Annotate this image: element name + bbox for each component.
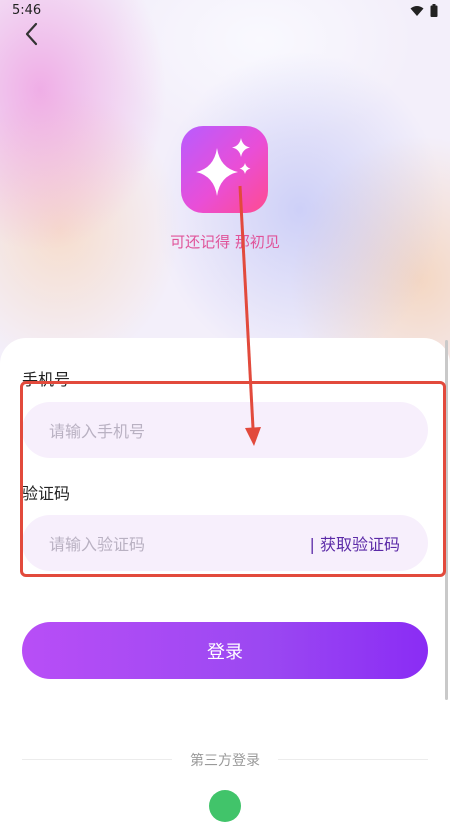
status-bar: 5:46	[0, 0, 450, 22]
annotation-highlight-box	[20, 381, 446, 577]
third-party-title: 第三方登录	[190, 753, 260, 769]
status-icons	[410, 4, 438, 17]
back-button[interactable]	[20, 20, 44, 48]
sparkle-logo-icon	[196, 138, 251, 196]
wifi-icon	[410, 5, 424, 16]
login-button[interactable]: 登录	[22, 622, 428, 679]
wechat-icon[interactable]	[209, 790, 241, 822]
app-slogan: 可还记得 那初见	[170, 233, 280, 251]
app-logo	[181, 126, 268, 213]
back-icon	[25, 22, 38, 46]
battery-icon	[430, 4, 438, 17]
status-time: 5:46	[12, 3, 42, 18]
